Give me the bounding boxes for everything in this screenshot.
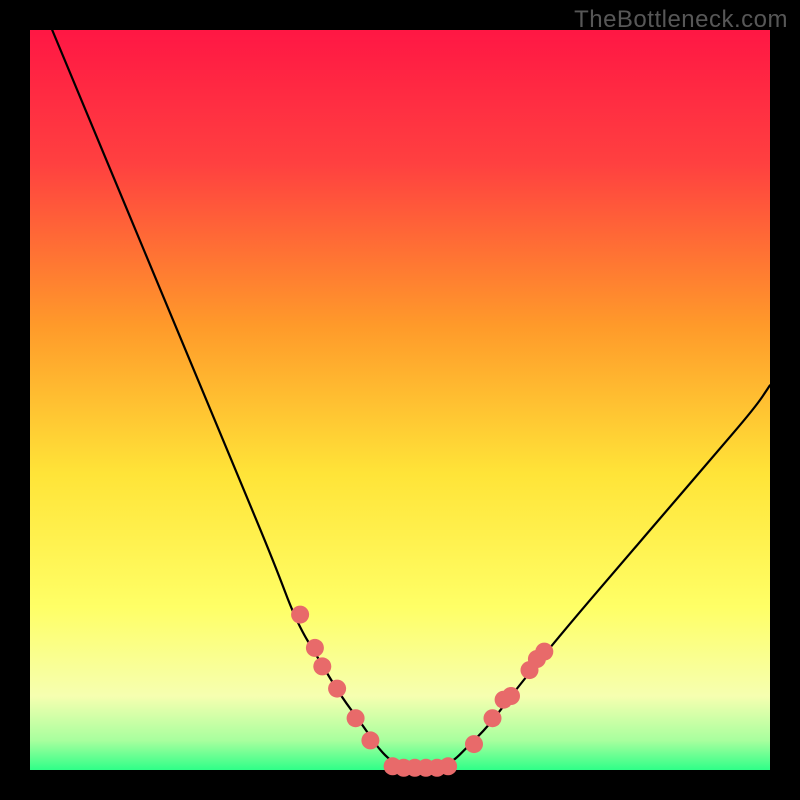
data-marker xyxy=(465,735,483,753)
data-marker xyxy=(313,657,331,675)
data-marker xyxy=(484,709,502,727)
data-marker xyxy=(328,680,346,698)
data-marker xyxy=(306,639,324,657)
data-marker xyxy=(347,709,365,727)
data-marker xyxy=(291,606,309,624)
watermark-text: TheBottleneck.com xyxy=(574,6,788,34)
plot-background xyxy=(30,30,770,770)
data-marker xyxy=(439,757,457,775)
data-marker xyxy=(502,687,520,705)
data-marker xyxy=(361,731,379,749)
bottleneck-chart xyxy=(0,0,800,800)
chart-frame: TheBottleneck.com xyxy=(0,0,800,800)
data-marker xyxy=(535,643,553,661)
